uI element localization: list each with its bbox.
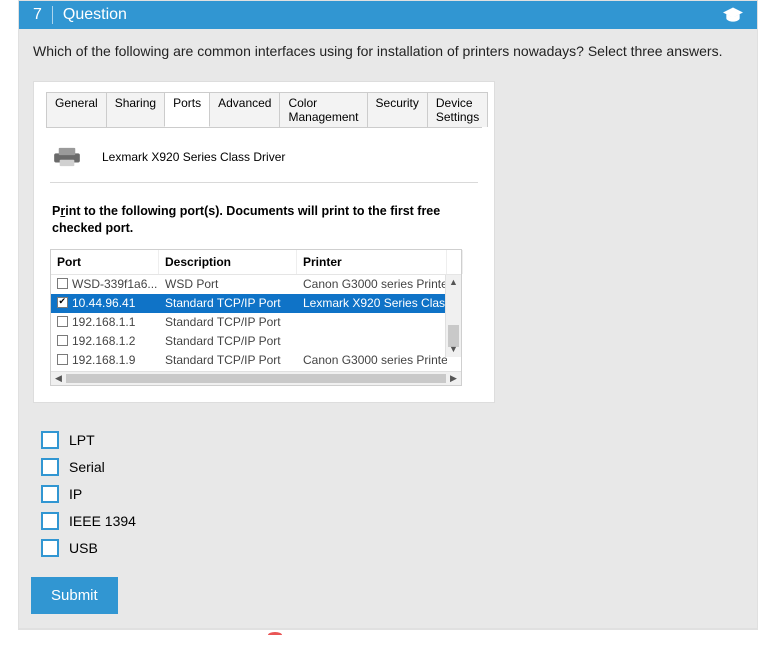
question-header: 7 Question [19,1,757,29]
col-printer[interactable]: Printer [297,250,447,274]
tab-color-management[interactable]: Color Management [279,92,367,127]
answer-checkbox[interactable] [41,512,59,530]
answer-checkbox[interactable] [41,485,59,503]
port-row[interactable]: WSD-339f1a6...WSD PortCanon G3000 series… [51,275,461,294]
question-label: Question [63,6,127,24]
port-checkbox[interactable] [57,354,68,365]
printer-name: Lexmark X920 Series Class Driver [102,150,285,164]
port-value: WSD-339f1a6... [72,277,157,291]
screenshot-panel: GeneralSharingPortsAdvancedColor Managem… [33,81,495,403]
tab-advanced[interactable]: Advanced [209,92,280,127]
answer-option[interactable]: Serial [41,458,743,476]
scroll-thumb-h[interactable] [66,374,446,383]
port-printer: Canon G3000 series Printer [297,277,447,291]
vertical-scrollbar[interactable]: ▲ ▼ [445,275,461,357]
print-prompt: Print to the following port(s). Document… [52,203,478,237]
question-number: 7 [33,6,53,24]
port-value: 10.44.96.41 [72,296,135,310]
answer-checkbox[interactable] [41,458,59,476]
port-row[interactable]: 10.44.96.41 Standard TCP/IP PortLexmark X… [51,294,461,313]
port-value: 192.168.1.1 [72,315,135,329]
answer-label: IEEE 1394 [69,513,136,529]
question-card: 7 Question Which of the following are co… [18,0,758,629]
answers-list: LPT Serial IP IEEE 1394 USB [41,431,743,557]
answer-label: IP [69,486,82,502]
port-checkbox[interactable] [57,335,68,346]
answer-checkbox[interactable] [41,431,59,449]
ports-rows[interactable]: WSD-339f1a6...WSD PortCanon G3000 series… [51,275,461,371]
scroll-right-icon[interactable]: ▶ [446,373,461,384]
scroll-down-icon[interactable]: ▼ [446,342,461,357]
answer-option[interactable]: IEEE 1394 [41,512,743,530]
scroll-left-icon[interactable]: ◀ [51,373,66,384]
notification-dot-icon [268,632,282,638]
port-printer: Canon G3000 series Printer [297,353,447,367]
port-desc: Standard TCP/IP Port [159,353,297,367]
col-port[interactable]: Port [51,250,159,274]
graduation-cap-icon[interactable] [723,7,743,23]
port-desc: Standard TCP/IP Port [159,334,297,348]
port-printer: Lexmark X920 Series Class D [297,296,447,310]
horizontal-scrollbar[interactable]: ◀ ▶ [51,371,461,385]
tab-general[interactable]: General [46,92,107,127]
properties-dialog: GeneralSharingPortsAdvancedColor Managem… [46,92,482,390]
submit-button[interactable]: Submit [31,577,118,614]
port-row[interactable]: 192.168.1.1 Standard TCP/IP Port [51,313,461,332]
port-row[interactable]: 192.168.1.2 Standard TCP/IP Port [51,332,461,351]
port-desc: Standard TCP/IP Port [159,315,297,329]
port-row[interactable]: 192.168.1.9 Standard TCP/IP PortCanon G30… [51,351,461,370]
port-value: 192.168.1.2 [72,334,135,348]
port-desc: Standard TCP/IP Port [159,296,297,310]
printer-icon [52,146,82,168]
question-text: Which of the following are common interf… [33,43,743,59]
port-desc: WSD Port [159,277,297,291]
port-checkbox[interactable] [57,278,68,289]
answer-label: USB [69,540,98,556]
tab-strip: GeneralSharingPortsAdvancedColor Managem… [46,92,482,128]
answer-checkbox[interactable] [41,539,59,557]
tab-device-settings[interactable]: Device Settings [427,92,488,127]
bottom-strip [18,629,758,639]
tab-security[interactable]: Security [367,92,428,127]
tab-ports[interactable]: Ports [164,92,210,127]
col-desc[interactable]: Description [159,250,297,274]
scroll-up-icon[interactable]: ▲ [446,275,461,290]
answer-option[interactable]: LPT [41,431,743,449]
port-checkbox[interactable] [57,316,68,327]
answer-option[interactable]: USB [41,539,743,557]
answer-option[interactable]: IP [41,485,743,503]
tab-sharing[interactable]: Sharing [106,92,165,127]
ports-grid: Port Description Printer WSD-339f1a6...W… [50,249,462,386]
port-checkbox[interactable] [57,297,68,308]
answer-label: Serial [69,459,105,475]
port-value: 192.168.1.9 [72,353,135,367]
answer-label: LPT [69,432,95,448]
